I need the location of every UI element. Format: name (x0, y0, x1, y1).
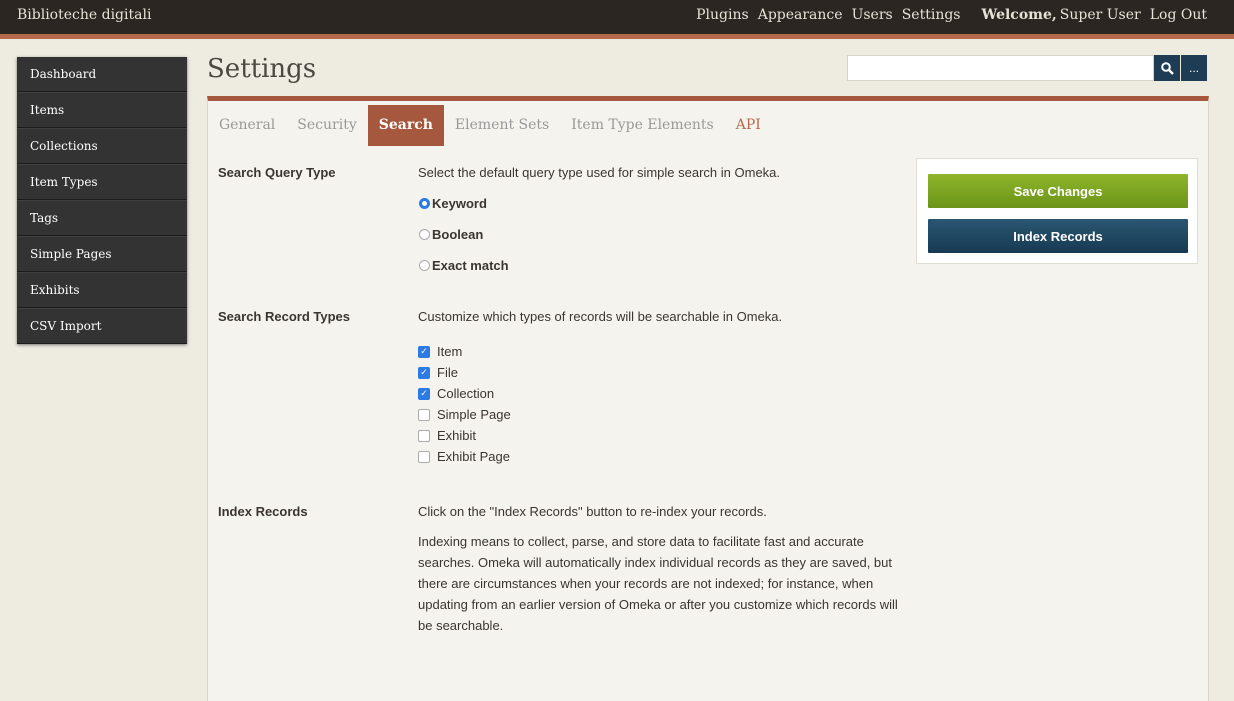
top-nav: Plugins Appearance Users Settings Welcom… (696, 7, 1207, 23)
tab-item-type-elements[interactable]: Item Type Elements (560, 105, 724, 146)
radio-label: Keyword (432, 196, 487, 211)
checkbox-simple-page[interactable]: Simple Page (418, 407, 511, 422)
checkbox-label: Item (437, 344, 463, 359)
query-type-label: Search Query Type (218, 165, 336, 180)
nav-settings[interactable]: Settings (902, 7, 961, 23)
sidebar-item-exhibits[interactable]: Exhibits (17, 272, 187, 308)
page-title: Settings (207, 54, 317, 84)
checkbox-label: Exhibit (437, 428, 477, 443)
radio-button[interactable] (419, 229, 430, 240)
radio-label: Boolean (432, 227, 484, 242)
sidebar: Dashboard Items Collections Item Types T… (17, 57, 187, 344)
record-types-label: Search Record Types (218, 309, 350, 324)
record-types-desc: Customize which types of records will be… (418, 309, 783, 324)
checkbox-label: File (437, 365, 458, 380)
radio-boolean[interactable]: Boolean (419, 227, 483, 242)
index-paragraph: Indexing means to collect, parse, and st… (418, 534, 898, 633)
tab-search[interactable]: Search (367, 105, 444, 146)
top-bar: Biblioteche digitali Plugins Appearance … (0, 0, 1234, 39)
radio-keyword[interactable]: Keyword (419, 196, 487, 211)
nav-plugins[interactable]: Plugins (696, 7, 749, 23)
checkbox-label: Exhibit Page (437, 449, 510, 464)
radio-button[interactable] (419, 260, 430, 271)
nav-users[interactable]: Users (852, 7, 893, 23)
welcome-text: Welcome, (981, 7, 1057, 23)
checkbox-exhibit[interactable]: Exhibit (418, 428, 476, 443)
checkbox-item[interactable]: ✓ Item (418, 344, 462, 359)
logout-link[interactable]: Log Out (1150, 7, 1207, 23)
checkbox[interactable] (418, 429, 430, 442)
radio-label: Exact match (432, 258, 509, 273)
tab-element-sets[interactable]: Element Sets (444, 105, 560, 146)
checkbox[interactable] (418, 408, 430, 421)
search-button[interactable] (1154, 55, 1180, 81)
tab-security[interactable]: Security (286, 105, 367, 146)
checkbox-label: Simple Page (437, 407, 511, 422)
query-type-desc: Select the default query type used for s… (418, 165, 781, 180)
sidebar-item-tags[interactable]: Tags (17, 200, 187, 236)
settings-panel: General Security Search Element Sets Ite… (207, 96, 1209, 701)
sidebar-item-simple-pages[interactable]: Simple Pages (17, 236, 187, 272)
advanced-search-button[interactable]: ... (1181, 55, 1207, 81)
tab-api[interactable]: API (725, 105, 772, 146)
settings-tabs: General Security Search Element Sets Ite… (208, 105, 772, 146)
save-changes-button[interactable]: Save Changes (928, 174, 1188, 208)
checkbox-collection[interactable]: ✓ Collection (418, 386, 494, 401)
site-title[interactable]: Biblioteche digitali (17, 7, 151, 23)
index-desc: Click on the "Index Records" button to r… (418, 504, 767, 519)
search-input[interactable] (847, 55, 1154, 81)
checkbox-exhibit-page[interactable]: Exhibit Page (418, 449, 510, 464)
nav-appearance[interactable]: Appearance (758, 7, 843, 23)
tab-general[interactable]: General (208, 105, 286, 146)
radio-button[interactable] (419, 198, 430, 209)
sidebar-item-dashboard[interactable]: Dashboard (17, 57, 187, 92)
checkbox[interactable]: ✓ (418, 387, 430, 400)
checkbox[interactable]: ✓ (418, 366, 430, 379)
user-link[interactable]: Super User (1060, 7, 1141, 23)
radio-exact-match[interactable]: Exact match (419, 258, 509, 273)
checkbox-file[interactable]: ✓ File (418, 365, 458, 380)
actions-panel: Save Changes Index Records (916, 158, 1198, 264)
checkbox[interactable] (418, 450, 430, 463)
search-icon (1160, 61, 1174, 75)
sidebar-item-items[interactable]: Items (17, 92, 187, 128)
checkbox-label: Collection (437, 386, 495, 401)
checkbox[interactable]: ✓ (418, 345, 430, 358)
sidebar-item-item-types[interactable]: Item Types (17, 164, 187, 200)
sidebar-item-collections[interactable]: Collections (17, 128, 187, 164)
index-records-button[interactable]: Index Records (928, 219, 1188, 253)
index-label: Index Records (218, 504, 308, 519)
sidebar-item-csv-import[interactable]: CSV Import (17, 308, 187, 344)
